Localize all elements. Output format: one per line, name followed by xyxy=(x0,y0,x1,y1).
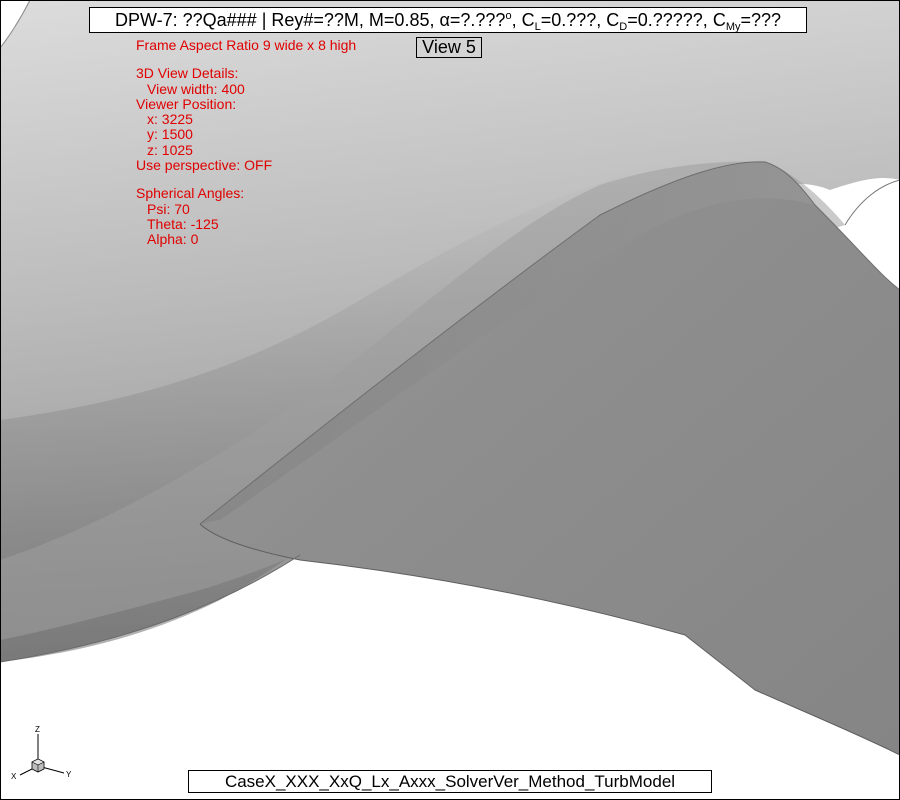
3d-viewport[interactable]: DPW-7: ??Qa### | Rey#=??M, M=0.85, α=?.?… xyxy=(0,0,900,800)
psi-label: Psi: 70 xyxy=(147,200,190,217)
aircraft-surface-render xyxy=(0,0,900,756)
frame-aspect-label: Frame Aspect Ratio 9 wide x 8 high xyxy=(136,37,357,53)
viewer-z-label: z: 1025 xyxy=(147,141,193,158)
case-label: CaseX_XXX_XxQ_Lx_Axxx_SolverVer_Method_T… xyxy=(188,770,712,793)
x-axis-label: X xyxy=(11,772,17,781)
axis-triad: Z X Y xyxy=(8,722,78,784)
plot-title: DPW-7: ??Qa### | Rey#=??M, M=0.85, α=?.?… xyxy=(89,7,807,33)
z-axis-label: Z xyxy=(35,725,40,734)
viewer-position-heading: Viewer Position: xyxy=(136,95,237,112)
view-5-button[interactable]: View 5 xyxy=(416,37,482,58)
theta-label: Theta: -125 xyxy=(147,215,219,232)
view-details-annotation: Frame Aspect Ratio 9 wide x 8 high 3D Vi… xyxy=(136,37,357,248)
view-details-heading: 3D View Details: xyxy=(136,65,239,82)
view-width-label: View width: 400 xyxy=(147,80,245,97)
perspective-label: Use perspective: OFF xyxy=(136,157,273,174)
viewer-y-label: y: 1500 xyxy=(147,126,193,143)
y-axis-label: Y xyxy=(66,770,72,779)
alpha-label: Alpha: 0 xyxy=(147,231,199,248)
alpha-symbol: α xyxy=(439,10,450,30)
viewer-x-label: x: 3225 xyxy=(147,111,193,128)
spherical-angles-heading: Spherical Angles: xyxy=(136,185,245,202)
